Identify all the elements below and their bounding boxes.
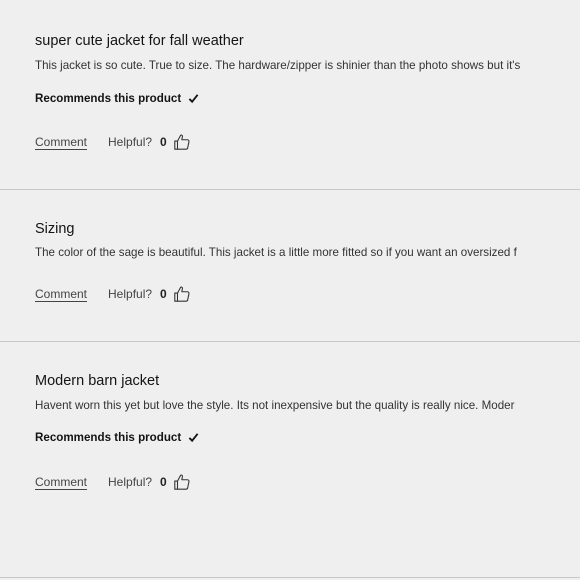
helpful-label: Helpful? [108, 475, 153, 489]
review-title: Modern barn jacket [35, 373, 160, 389]
review-actions: Comment Helpful? 0 [35, 133, 191, 151]
thumbs-up-icon[interactable] [173, 473, 191, 491]
helpful-count: 0 [160, 475, 167, 489]
helpful-group: Helpful? 0 [108, 473, 191, 491]
recommends-badge: Recommends this product [35, 431, 199, 444]
review-body: This jacket is so cute. True to size. Th… [35, 59, 521, 72]
review-body: The color of the sage is beautiful. This… [35, 246, 517, 259]
comment-link[interactable]: Comment [35, 135, 87, 149]
reviews-list: super cute jacket for fall weather This … [0, 0, 580, 580]
review-actions: Comment Helpful? 0 [35, 285, 191, 303]
recommends-label: Recommends this product [35, 92, 182, 105]
helpful-count: 0 [160, 135, 167, 149]
check-icon [188, 433, 199, 443]
helpful-label: Helpful? [108, 287, 153, 301]
divider [0, 341, 580, 342]
divider [0, 577, 580, 578]
review-title: Sizing [35, 221, 75, 237]
helpful-group: Helpful? 0 [108, 133, 191, 151]
check-icon [188, 94, 199, 104]
review-title: super cute jacket for fall weather [35, 33, 244, 49]
thumbs-up-icon[interactable] [173, 285, 191, 303]
comment-link[interactable]: Comment [35, 475, 87, 489]
helpful-group: Helpful? 0 [108, 285, 191, 303]
helpful-label: Helpful? [108, 135, 153, 149]
helpful-count: 0 [160, 287, 167, 301]
recommends-badge: Recommends this product [35, 92, 199, 105]
review-actions: Comment Helpful? 0 [35, 473, 191, 491]
recommends-label: Recommends this product [35, 431, 182, 444]
comment-link[interactable]: Comment [35, 287, 87, 301]
thumbs-up-icon[interactable] [173, 133, 191, 151]
review-body: Havent worn this yet but love the style.… [35, 399, 515, 412]
divider [0, 189, 580, 190]
